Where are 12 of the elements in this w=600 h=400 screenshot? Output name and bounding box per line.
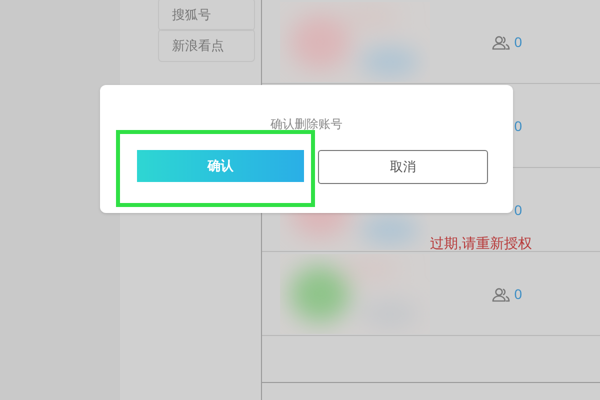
confirm-button[interactable]: 确认 (137, 150, 304, 182)
follower-count: 0 (514, 285, 522, 304)
people-icon (492, 34, 510, 50)
expired-message: 过期,请重新授权 (430, 234, 533, 253)
cancel-button[interactable]: 取消 (318, 150, 488, 184)
follower-count: 0 (514, 33, 522, 52)
follower-count: 0 (514, 201, 522, 220)
sidebar-item[interactable]: 搜狐号 (158, 0, 255, 31)
dialog-title: 确认删除账号 (270, 116, 342, 133)
follower-count: 0 (514, 117, 522, 136)
sidebar-item[interactable]: 新浪看点 (158, 29, 255, 62)
people-icon (492, 286, 510, 302)
